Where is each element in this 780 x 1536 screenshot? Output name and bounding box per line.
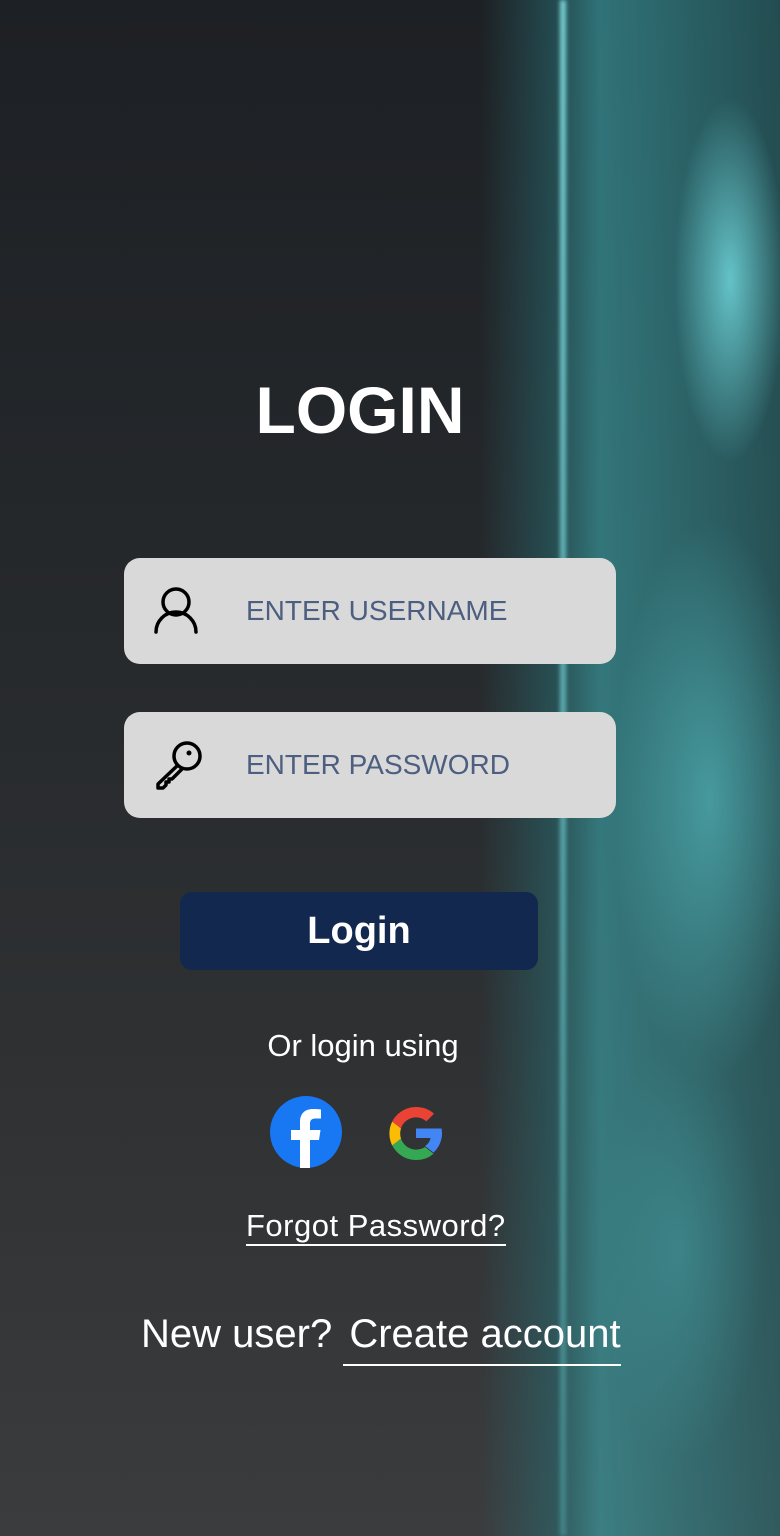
google-icon[interactable]: [380, 1096, 452, 1168]
key-icon: [156, 741, 202, 790]
username-input[interactable]: [246, 558, 596, 664]
new-user-label: New user?: [141, 1312, 333, 1356]
username-field[interactable]: [124, 558, 616, 664]
or-login-using-label: Or login using: [267, 1028, 459, 1063]
forgot-password-link[interactable]: Forgot Password?: [246, 1208, 506, 1246]
password-field[interactable]: [124, 712, 616, 818]
user-icon: [154, 587, 198, 634]
login-button[interactable]: Login: [180, 892, 538, 970]
create-account-link[interactable]: Create account: [343, 1312, 621, 1366]
password-input[interactable]: [246, 712, 596, 818]
page-title: LOGIN: [255, 373, 465, 447]
facebook-icon[interactable]: [270, 1096, 342, 1168]
new-user-row: New user? Create account: [141, 1312, 621, 1366]
